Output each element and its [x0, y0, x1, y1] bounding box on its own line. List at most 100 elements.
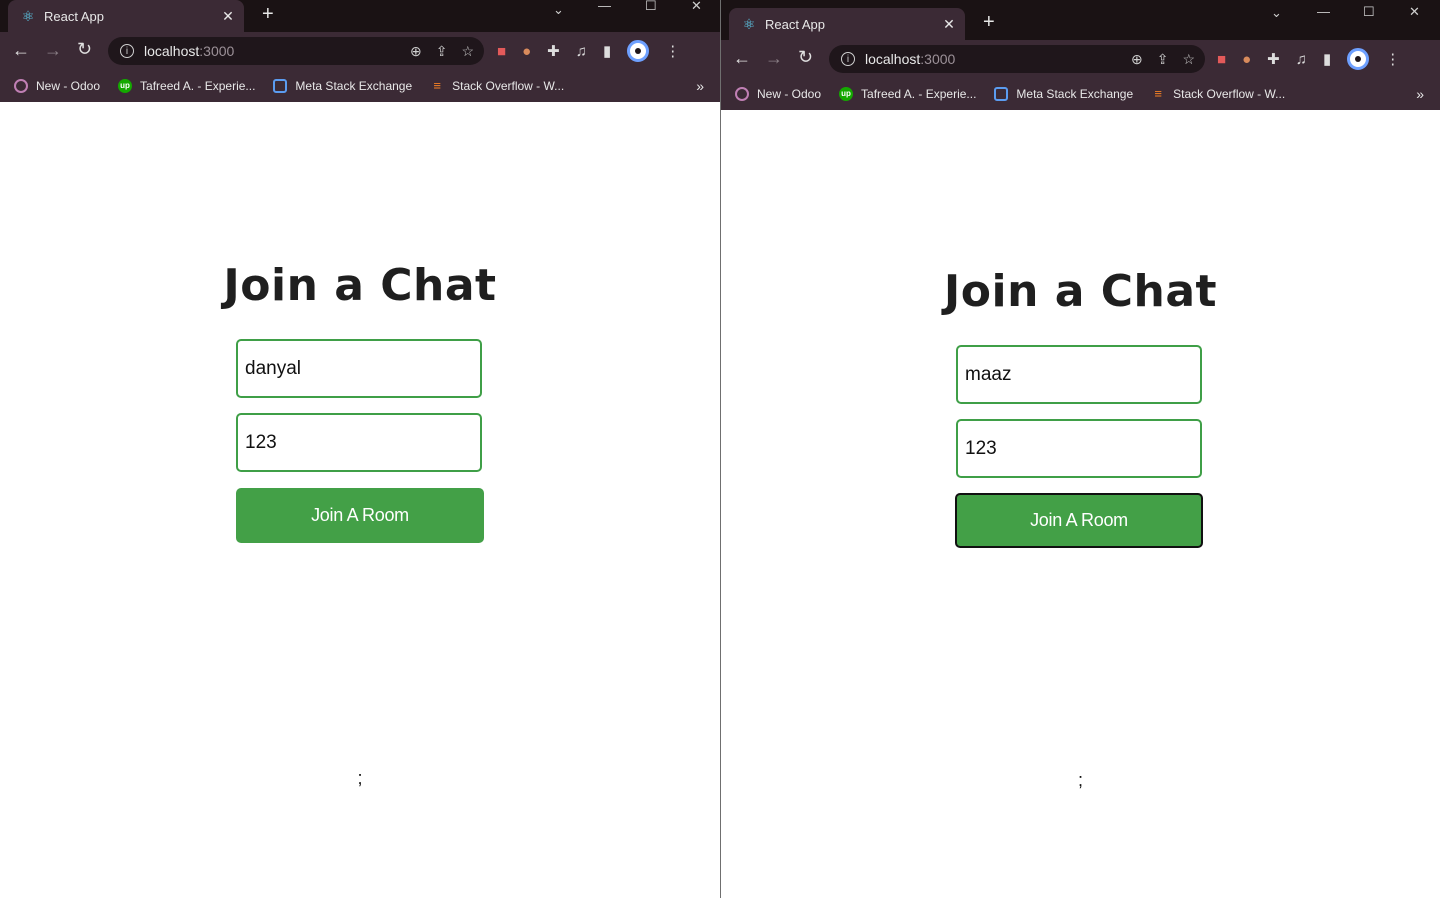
profile-avatar-icon[interactable]: [627, 40, 650, 62]
share-icon[interactable]: ⇪: [436, 43, 448, 60]
forward-icon[interactable]: →: [765, 48, 783, 69]
footer-text: ;: [1077, 770, 1083, 790]
maximize-icon[interactable]: ☐: [645, 0, 657, 14]
page-title: Join a Chat: [223, 260, 497, 311]
bookmark-label: Stack Overflow - W...: [1173, 87, 1286, 101]
bookmark-star-icon[interactable]: ☆: [461, 43, 474, 60]
close-tab-icon[interactable]: ✕: [939, 16, 959, 33]
reload-icon[interactable]: ↻: [798, 47, 813, 68]
bookmark-odoo[interactable]: New - Odoo: [735, 87, 821, 101]
bookmark-label: Meta Stack Exchange: [1016, 87, 1134, 101]
join-room-button[interactable]: Join A Room: [955, 493, 1203, 548]
title-bar: ⚛ React App ✕ + ⌄ — ☐ ✕: [0, 0, 720, 32]
stack-overflow-icon: ≡: [433, 78, 441, 93]
url-host: localhost: [144, 43, 200, 59]
extensions-area: ■ ● ✚ ♫ ▮ ⋮: [1217, 48, 1400, 70]
bookmark-label: Tafreed A. - Experie...: [861, 87, 977, 101]
close-window-icon[interactable]: ✕: [691, 0, 702, 14]
username-input[interactable]: maaz: [956, 345, 1202, 404]
cookie-extension-icon[interactable]: ●: [1242, 51, 1251, 68]
side-panel-icon[interactable]: ▮: [603, 42, 611, 60]
media-control-icon[interactable]: ♫: [576, 43, 587, 60]
close-tab-icon[interactable]: ✕: [218, 8, 238, 25]
extensions-puzzle-icon[interactable]: ✚: [1267, 50, 1280, 68]
meta-stack-icon: [994, 87, 1009, 101]
toolbar: ← → ↻ i localhost:3000 ⊕ ⇪ ☆ ■ ● ✚ ♫ ▮ ⋮: [0, 32, 720, 70]
menu-icon[interactable]: ⋮: [665, 42, 680, 60]
page-content: Join a Chat maaz 123 Join A Room ;: [721, 110, 1440, 898]
bookmark-stack-overflow[interactable]: ≡ Stack Overflow - W...: [1151, 86, 1286, 102]
side-panel-icon[interactable]: ▮: [1323, 50, 1331, 68]
footer-text: ;: [357, 768, 363, 788]
bookmark-meta-stack[interactable]: Meta Stack Exchange: [273, 79, 412, 93]
tab-search-icon[interactable]: ⌄: [1271, 5, 1282, 21]
back-icon[interactable]: ←: [733, 48, 751, 69]
site-info-icon[interactable]: i: [120, 44, 134, 58]
extensions-area: ■ ● ✚ ♫ ▮ ⋮: [497, 40, 680, 62]
omnibox-actions: ⊕ ⇪ ☆: [410, 43, 474, 60]
bookmarks-more-icon[interactable]: »: [696, 78, 704, 94]
odoo-icon: [735, 87, 749, 101]
react-icon: ⚛: [21, 8, 35, 24]
minimize-icon[interactable]: —: [1317, 4, 1330, 19]
username-input[interactable]: danyal: [236, 339, 482, 398]
url-port: :3000: [199, 43, 235, 59]
bookmark-tafreed[interactable]: up Tafreed A. - Experie...: [839, 87, 976, 101]
bookmark-stack-overflow[interactable]: ≡ Stack Overflow - W...: [430, 78, 565, 94]
bookmarks-bar: New - Odoo up Tafreed A. - Experie... Met…: [721, 78, 1440, 110]
tab-react-app[interactable]: ⚛ React App ✕: [729, 8, 965, 40]
tab-react-app[interactable]: ⚛ React App ✕: [8, 0, 244, 32]
bookmark-meta-stack[interactable]: Meta Stack Exchange: [994, 87, 1133, 101]
back-icon[interactable]: ←: [12, 40, 30, 61]
page-title: Join a Chat: [943, 266, 1218, 317]
page-content: Join a Chat danyal 123 Join A Room ;: [0, 102, 720, 898]
bookmark-tafreed[interactable]: up Tafreed A. - Experie...: [118, 79, 255, 93]
site-info-icon[interactable]: i: [841, 52, 855, 66]
stack-overflow-icon: ≡: [1154, 86, 1162, 101]
bookmarks-more-icon[interactable]: »: [1416, 86, 1424, 102]
tab-search-icon[interactable]: ⌄: [553, 2, 564, 18]
bookmark-label: Tafreed A. - Experie...: [140, 79, 256, 93]
room-input[interactable]: 123: [956, 419, 1202, 478]
forward-icon[interactable]: →: [44, 40, 62, 61]
join-room-button[interactable]: Join A Room: [236, 488, 484, 543]
url-port: :3000: [920, 51, 956, 67]
tab-title: React App: [44, 8, 104, 24]
bookmark-label: Stack Overflow - W...: [452, 79, 565, 93]
bookmark-label: New - Odoo: [36, 79, 101, 93]
meta-stack-icon: [273, 79, 288, 93]
profile-avatar-icon[interactable]: [1347, 48, 1370, 70]
address-bar[interactable]: i localhost:3000 ⊕ ⇪ ☆: [108, 37, 484, 65]
browser-window-left: ⚛ React App ✕ + ⌄ — ☐ ✕ ← → ↻ i localhos…: [0, 0, 720, 898]
title-bar: ⚛ React App ✕ + ⌄ — ☐ ✕: [721, 0, 1440, 40]
bookmark-label: Meta Stack Exchange: [295, 79, 413, 93]
room-input[interactable]: 123: [236, 413, 482, 472]
close-window-icon[interactable]: ✕: [1409, 4, 1420, 20]
react-icon: ⚛: [742, 16, 756, 32]
zoom-icon[interactable]: ⊕: [1131, 51, 1143, 68]
bookmark-odoo[interactable]: New - Odoo: [14, 79, 100, 93]
new-tab-icon[interactable]: +: [983, 11, 995, 34]
extension-red-icon[interactable]: ■: [497, 43, 506, 60]
cookie-extension-icon[interactable]: ●: [522, 43, 531, 60]
minimize-icon[interactable]: —: [598, 0, 611, 13]
bookmarks-bar: New - Odoo up Tafreed A. - Experie... Met…: [0, 70, 720, 102]
toolbar: ← → ↻ i localhost:3000 ⊕ ⇪ ☆ ■ ● ✚ ♫ ▮ ⋮: [721, 40, 1440, 78]
address-bar[interactable]: i localhost:3000 ⊕ ⇪ ☆: [829, 45, 1205, 73]
reload-icon[interactable]: ↻: [77, 39, 92, 60]
browser-window-right: ⚛ React App ✕ + ⌄ — ☐ ✕ ← → ↻ i localhos…: [721, 0, 1440, 898]
menu-icon[interactable]: ⋮: [1385, 50, 1400, 68]
upwork-icon: up: [839, 87, 854, 101]
maximize-icon[interactable]: ☐: [1363, 4, 1375, 20]
zoom-icon[interactable]: ⊕: [410, 43, 422, 60]
share-icon[interactable]: ⇪: [1157, 51, 1169, 68]
tab-title: React App: [765, 16, 825, 32]
new-tab-icon[interactable]: +: [262, 3, 274, 26]
extension-red-icon[interactable]: ■: [1217, 51, 1226, 68]
odoo-icon: [14, 79, 28, 93]
bookmark-label: New - Odoo: [757, 87, 822, 101]
omnibox-actions: ⊕ ⇪ ☆: [1131, 51, 1195, 68]
extensions-puzzle-icon[interactable]: ✚: [547, 42, 560, 60]
media-control-icon[interactable]: ♫: [1296, 51, 1307, 68]
bookmark-star-icon[interactable]: ☆: [1182, 51, 1195, 68]
